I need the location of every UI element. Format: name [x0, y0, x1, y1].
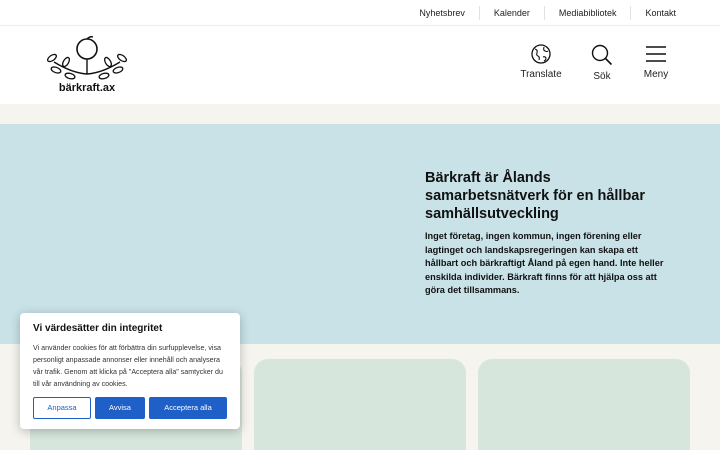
search-button[interactable]: Sök [572, 44, 632, 94]
menu-label: Meny [643, 69, 669, 80]
utility-link-kontakt[interactable]: Kontakt [630, 6, 690, 20]
cookie-text: Vi använder cookies för att förbättra di… [33, 344, 223, 388]
utility-links: Nyhetsbrev Kalender Mediabibliotek Konta… [405, 0, 690, 26]
content-card[interactable] [254, 359, 466, 450]
hamburger-icon [646, 46, 666, 62]
globe-icon [531, 44, 551, 64]
utility-link-mediabibliotek[interactable]: Mediabibliotek [543, 6, 631, 20]
cookie-consent-dialog: Vi värdesätter din integritet Vi använde… [20, 313, 240, 429]
search-label: Sök [593, 71, 611, 82]
hero-body-text: Inget företag, ingen kommun, ingen fören… [425, 231, 664, 296]
customize-button[interactable]: Anpassa [33, 397, 91, 419]
top-utility-bar: Nyhetsbrev Kalender Mediabibliotek Konta… [0, 0, 720, 26]
search-icon [591, 44, 613, 66]
utility-link-kalender[interactable]: Kalender [478, 6, 544, 20]
cookie-buttons: Anpassa Avvisa Acceptera alla [33, 397, 227, 419]
utility-link-nyhetsbrev[interactable]: Nyhetsbrev [405, 6, 479, 20]
site-header: bärkraft.ax Translate Sök Meny [0, 26, 720, 104]
site-logo[interactable]: bärkraft.ax [44, 36, 130, 98]
hero-heading: Bärkraft är Ålands samarbetsnätverk för … [425, 170, 646, 222]
translate-label: Translate [520, 69, 562, 80]
logo-icon [46, 36, 128, 80]
translate-button[interactable]: Translate [511, 44, 571, 94]
header-divider-strip [0, 104, 720, 124]
reject-button[interactable]: Avvisa [95, 397, 145, 419]
accept-all-button[interactable]: Acceptera alla [149, 397, 227, 419]
content-card[interactable] [478, 359, 690, 450]
cookie-title: Vi värdesätter din integritet [33, 323, 163, 334]
menu-button[interactable]: Meny [626, 44, 686, 94]
hero-section: Bärkraft är Ålands samarbetsnätverk för … [0, 124, 720, 344]
logo-wordmark: bärkraft.ax [58, 82, 116, 94]
